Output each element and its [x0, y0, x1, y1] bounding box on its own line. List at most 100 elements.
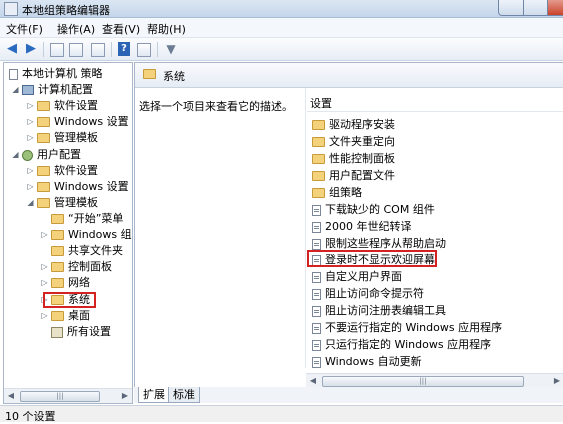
policy-item[interactable]: 下载缺少的 COM 组件: [312, 202, 435, 218]
tree-root-label: 本地计算机 策略: [22, 67, 103, 80]
folder-icon: [51, 278, 64, 288]
minimize-button[interactable]: [498, 0, 525, 16]
maximize-button[interactable]: [523, 0, 549, 16]
list-item[interactable]: 性能控制面板: [312, 151, 395, 167]
menu-view[interactable]: 查看(V): [102, 21, 140, 37]
tree-label: Windows 设置: [54, 115, 129, 128]
folder-icon: [51, 262, 64, 272]
menu-action[interactable]: 操作(A): [57, 21, 95, 37]
folder-icon: [37, 117, 50, 127]
policy-item[interactable]: 2000 年世纪转译: [312, 219, 412, 235]
list-item[interactable]: 文件夹重定向: [312, 134, 395, 150]
tab-extended[interactable]: 扩展: [138, 387, 170, 403]
tree-item[interactable]: ▷ 管理模板: [26, 130, 98, 146]
collapse-icon[interactable]: ◢: [26, 195, 35, 211]
policy-item[interactable]: Windows 自动更新: [312, 354, 422, 370]
list-horizontal-scrollbar[interactable]: ◀ ||| ▶: [306, 373, 563, 387]
policy-label: 自定义用户界面: [325, 270, 402, 283]
tree-label: “开始”菜单: [68, 212, 124, 225]
back-arrow-icon[interactable]: ◀: [5, 42, 19, 56]
expand-icon[interactable]: ▷: [26, 114, 35, 130]
forward-arrow-icon[interactable]: ▶: [24, 42, 38, 56]
status-text: 10 个设置: [5, 410, 56, 423]
app-icon: [4, 2, 18, 16]
highlight-box: [307, 250, 437, 267]
tree-item[interactable]: ▷ Windows 设置: [26, 179, 128, 195]
computer-icon: [22, 85, 34, 95]
list-item-label: 文件夹重定向: [329, 135, 395, 148]
folder-icon: [51, 214, 64, 224]
expand-icon[interactable]: ▷: [40, 227, 49, 243]
column-header-settings[interactable]: 设置: [310, 95, 332, 111]
window-title: 本地组策略编辑器: [22, 4, 110, 17]
properties-icon[interactable]: [137, 43, 151, 57]
tree-label: 管理模板: [54, 131, 98, 144]
tab-standard[interactable]: 标准: [168, 387, 200, 403]
show-tree-icon[interactable]: [69, 43, 83, 57]
scroll-thumb[interactable]: |||: [322, 376, 524, 387]
folder-icon: [51, 311, 64, 321]
menu-file[interactable]: 文件(F): [6, 21, 43, 37]
tree-item[interactable]: “开始”菜单: [40, 211, 123, 227]
list-item[interactable]: 驱动程序安装: [312, 117, 395, 133]
policy-label: 下载缺少的 COM 组件: [325, 203, 435, 216]
tree-item[interactable]: ◢ 管理模板: [26, 195, 98, 211]
expand-icon[interactable]: ▷: [26, 179, 35, 195]
tree-computer-config[interactable]: ◢ 计算机配置: [11, 82, 93, 98]
tree-pane: 本地计算机 策略 ◢ 计算机配置 ▷ 软件设置 ▷ Windows 设置 ▷ 管理模板 …: [3, 62, 133, 404]
scroll-thumb[interactable]: |||: [20, 391, 100, 402]
expand-icon[interactable]: ▷: [40, 308, 49, 324]
tree-item[interactable]: 所有设置: [40, 324, 111, 340]
collapse-icon[interactable]: ◢: [11, 82, 20, 98]
user-icon: [22, 149, 33, 161]
tree-item[interactable]: ▷ 桌面: [40, 308, 90, 324]
description-text: 选择一个项目来查看它的描述。: [139, 100, 293, 113]
tree-item[interactable]: 共享文件夹: [40, 243, 123, 259]
policy-doc-icon: [9, 68, 18, 80]
policy-icon: [312, 271, 321, 283]
tree-label: 软件设置: [54, 164, 98, 177]
help-icon[interactable]: ?: [118, 42, 130, 56]
scroll-right-icon[interactable]: ▶: [118, 389, 132, 403]
scroll-left-icon[interactable]: ◀: [4, 389, 18, 403]
tree-item[interactable]: ▷ Windows 组: [40, 227, 131, 243]
policy-item[interactable]: 阻止访问注册表编辑工具: [312, 303, 446, 319]
details-pane: 系统 选择一个项目来查看它的描述。 设置 驱动程序安装 文件夹重定向 性能控制面…: [134, 62, 563, 388]
policy-icon: [312, 238, 321, 250]
folder-icon: [312, 120, 325, 130]
close-button[interactable]: [547, 0, 563, 16]
tree-user-config[interactable]: ◢ 用户配置: [11, 147, 81, 163]
tree-item[interactable]: ▷ 软件设置: [26, 98, 98, 114]
policy-item[interactable]: 不要运行指定的 Windows 应用程序: [312, 320, 502, 336]
policy-item[interactable]: 只运行指定的 Windows 应用程序: [312, 337, 491, 353]
policy-item[interactable]: 阻止访问命令提示符: [312, 286, 424, 302]
list-item[interactable]: 用户配置文件: [312, 168, 395, 184]
tree-label: 共享文件夹: [68, 244, 123, 257]
filter-icon[interactable]: ▼: [164, 42, 178, 56]
menu-help[interactable]: 帮助(H): [147, 21, 186, 37]
tree-item[interactable]: ▷ 控制面板: [40, 259, 112, 275]
expand-icon[interactable]: ▷: [40, 259, 49, 275]
list-item-label: 驱动程序安装: [329, 118, 395, 131]
expand-icon[interactable]: ▷: [26, 163, 35, 179]
policy-icon: [312, 221, 321, 233]
up-folder-icon[interactable]: [50, 43, 64, 57]
scroll-right-icon[interactable]: ▶: [550, 374, 563, 387]
tree-label: 桌面: [68, 309, 90, 322]
list-item[interactable]: 组策略: [312, 185, 362, 201]
collapse-icon[interactable]: ◢: [11, 147, 20, 163]
tree-root[interactable]: 本地计算机 策略: [7, 66, 103, 82]
tree-item[interactable]: ▷ 网络: [40, 275, 90, 291]
list-item-label: 组策略: [329, 186, 362, 199]
export-icon[interactable]: [91, 43, 105, 57]
tree-item[interactable]: ▷ 软件设置: [26, 163, 98, 179]
tree-horizontal-scrollbar[interactable]: ◀ ||| ▶: [4, 388, 132, 403]
details-header-title: 系统: [163, 70, 185, 83]
expand-icon[interactable]: ▷: [26, 98, 35, 114]
scroll-left-icon[interactable]: ◀: [306, 374, 320, 387]
expand-icon[interactable]: ▷: [26, 130, 35, 146]
policy-item[interactable]: 自定义用户界面: [312, 269, 402, 285]
tree-item[interactable]: ▷ Windows 设置: [26, 114, 129, 130]
highlight-box: [43, 292, 96, 308]
expand-icon[interactable]: ▷: [40, 275, 49, 291]
